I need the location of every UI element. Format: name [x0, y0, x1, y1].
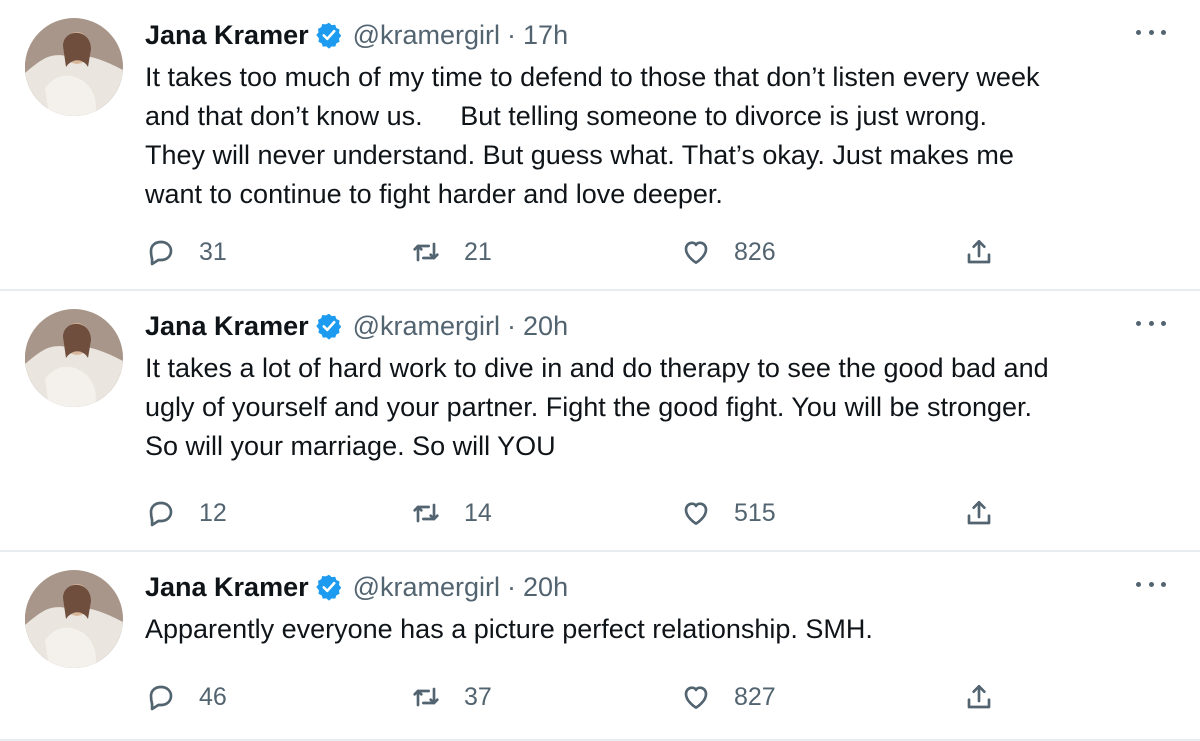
- retweet-icon: [413, 687, 439, 707]
- author-handle[interactable]: @kramergirl: [353, 311, 500, 342]
- separator: ·: [507, 571, 517, 602]
- tweet-actions: 12 14 515: [145, 495, 1015, 531]
- share-icon: [967, 501, 991, 525]
- more-options-icon[interactable]: [1136, 574, 1166, 594]
- more-options-icon[interactable]: [1136, 22, 1166, 42]
- tweet-feed: Jana Kramer @kramergirl · 17h It takes t…: [0, 0, 1200, 741]
- retweet-button[interactable]: 37: [410, 679, 492, 715]
- verified-badge-icon: [315, 573, 343, 601]
- retweet-button[interactable]: 21: [410, 234, 492, 270]
- reply-count: 31: [199, 237, 227, 266]
- share-button[interactable]: [963, 679, 995, 715]
- verified-badge-icon: [315, 312, 343, 340]
- tweet-header: Jana Kramer @kramergirl · 20h: [145, 309, 568, 343]
- retweet-button[interactable]: 14: [410, 495, 492, 531]
- tweet-text: It takes a lot of hard work to dive in a…: [145, 353, 1049, 461]
- avatar[interactable]: [25, 18, 123, 116]
- heart-icon: [684, 686, 708, 709]
- author-name[interactable]: Jana Kramer: [145, 20, 309, 51]
- reply-icon: [149, 240, 173, 266]
- avatar[interactable]: [25, 309, 123, 407]
- tweet-text: Apparently everyone has a picture perfec…: [145, 614, 873, 644]
- like-button[interactable]: 827: [680, 679, 776, 715]
- separator: ·: [507, 19, 517, 50]
- retweet-icon: [413, 242, 439, 262]
- reply-button[interactable]: 46: [145, 679, 227, 715]
- tweet-header: Jana Kramer @kramergirl · 17h: [145, 18, 568, 52]
- retweet-count: 21: [464, 237, 492, 266]
- reply-icon: [149, 685, 173, 711]
- author-handle[interactable]: @kramergirl: [353, 572, 500, 603]
- tweet-actions: 31 21 826: [145, 234, 1015, 270]
- share-button[interactable]: [963, 495, 995, 531]
- like-button[interactable]: 826: [680, 234, 776, 270]
- retweet-icon: [413, 503, 439, 523]
- author-handle[interactable]: @kramergirl: [353, 20, 500, 51]
- share-button[interactable]: [963, 234, 995, 270]
- reply-count: 12: [199, 498, 227, 527]
- like-count: 515: [734, 498, 776, 527]
- tweet[interactable]: Jana Kramer @kramergirl · 17h It takes t…: [0, 0, 1200, 291]
- separator: ·: [507, 310, 517, 341]
- verified-badge-icon: [315, 21, 343, 49]
- more-options-icon[interactable]: [1136, 313, 1166, 333]
- like-count: 827: [734, 682, 776, 711]
- tweet-text: It takes too much of my time to defend t…: [145, 62, 1040, 209]
- like-count: 826: [734, 237, 776, 266]
- avatar[interactable]: [25, 570, 123, 668]
- heart-icon: [684, 502, 708, 525]
- timestamp[interactable]: 17h: [523, 20, 568, 51]
- reply-button[interactable]: 12: [145, 495, 227, 531]
- timestamp[interactable]: 20h: [523, 572, 568, 603]
- tweet-actions: 46 37 827: [145, 679, 1015, 715]
- retweet-count: 14: [464, 498, 492, 527]
- tweet[interactable]: Jana Kramer @kramergirl · 20h Apparently…: [0, 552, 1200, 741]
- author-name[interactable]: Jana Kramer: [145, 311, 309, 342]
- reply-count: 46: [199, 682, 227, 711]
- share-icon: [967, 240, 991, 264]
- retweet-count: 37: [464, 682, 492, 711]
- timestamp[interactable]: 20h: [523, 311, 568, 342]
- tweet[interactable]: Jana Kramer @kramergirl · 20h It takes a…: [0, 291, 1200, 552]
- reply-button[interactable]: 31: [145, 234, 227, 270]
- share-icon: [967, 685, 991, 709]
- like-button[interactable]: 515: [680, 495, 776, 531]
- tweet-header: Jana Kramer @kramergirl · 20h: [145, 570, 568, 604]
- reply-icon: [149, 501, 173, 527]
- author-name[interactable]: Jana Kramer: [145, 572, 309, 603]
- heart-icon: [684, 241, 708, 264]
